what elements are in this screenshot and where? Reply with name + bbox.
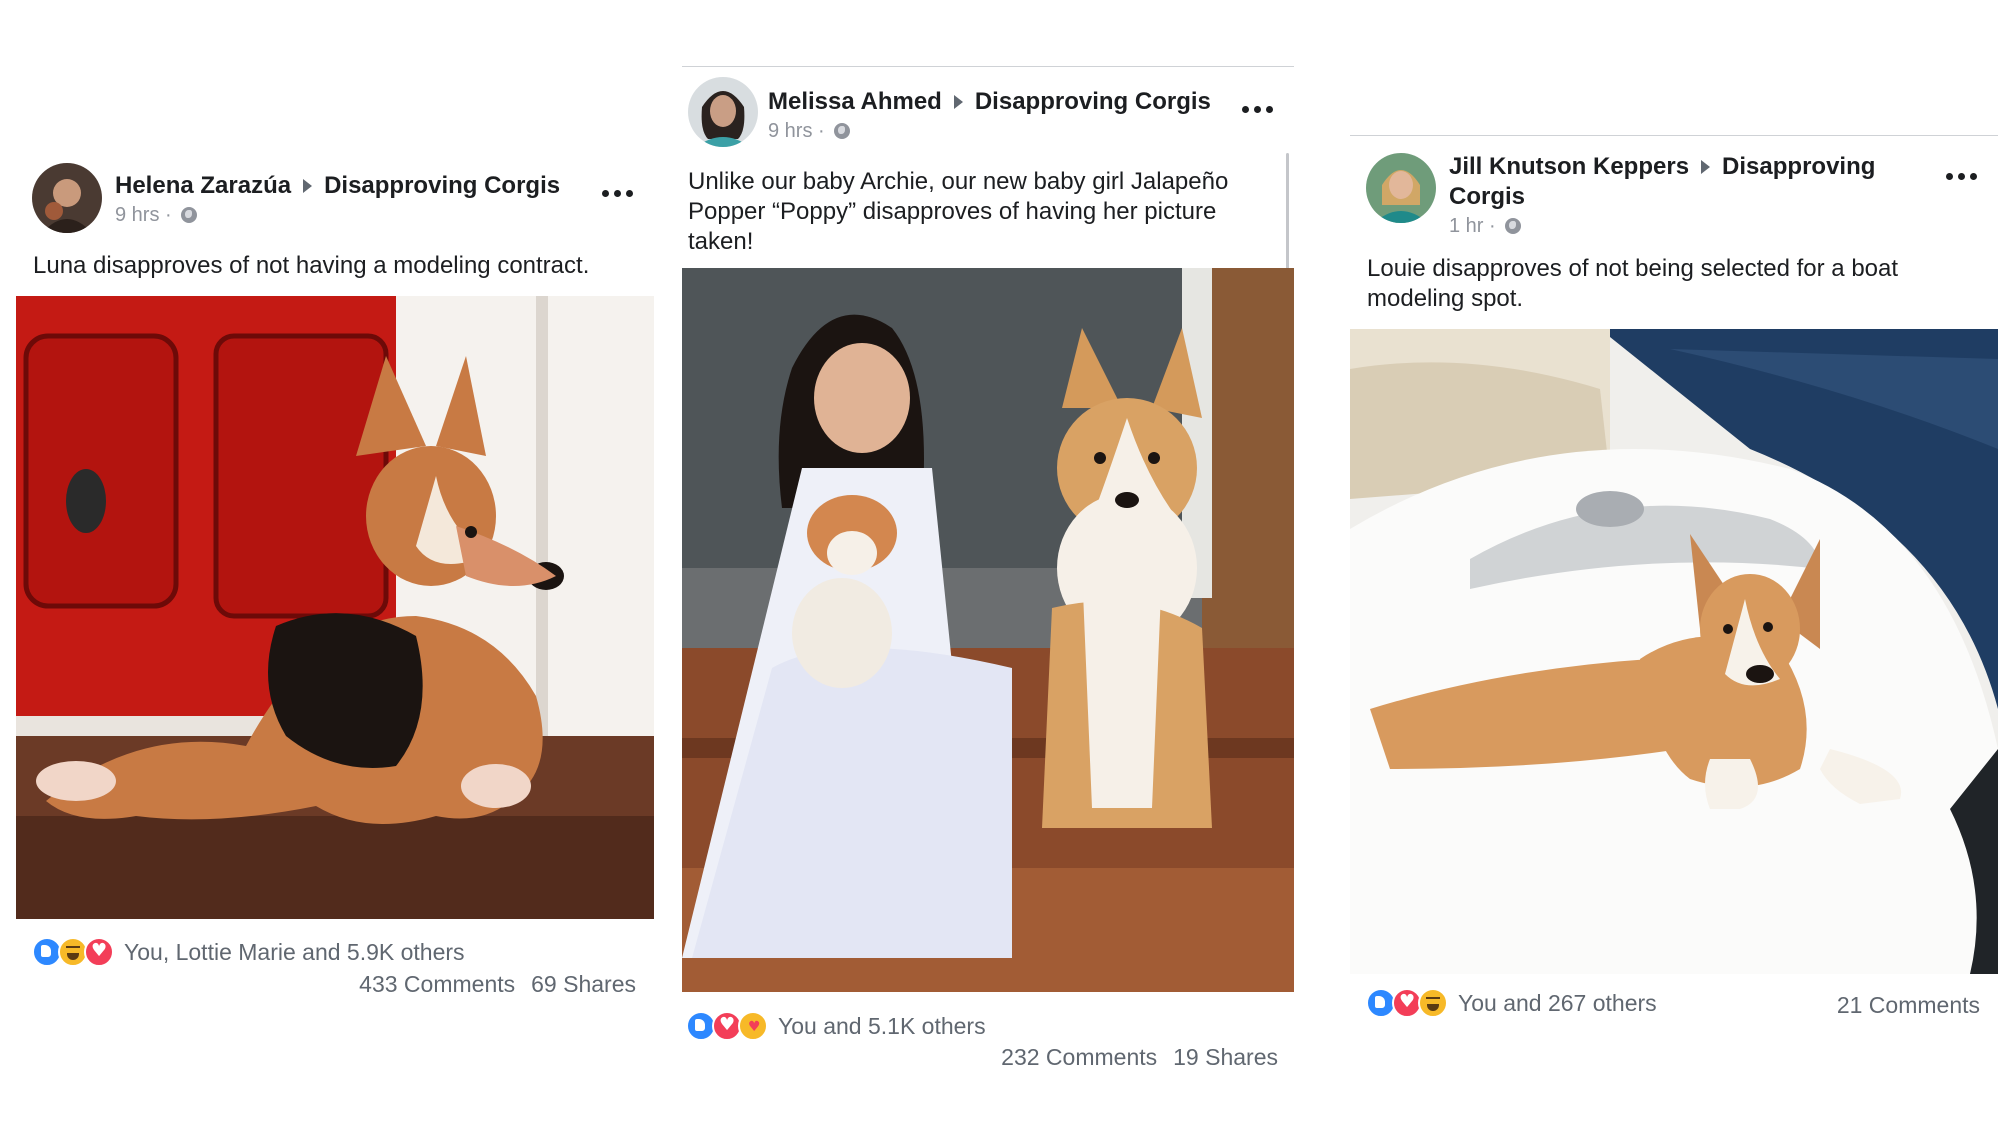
post-photo[interactable] [682,268,1294,992]
shares-count[interactable]: 69 Shares [531,971,636,997]
avatar[interactable] [688,77,758,147]
more-options-icon[interactable] [1946,171,1980,181]
globe-icon [834,123,851,139]
post-card: Helena Zarazúa Disapproving Corgis 9 hrs … [16,155,654,1005]
more-options-icon[interactable] [602,188,636,198]
post-time[interactable]: 1 hr [1449,215,1483,237]
reactions-summary[interactable]: You and 5.1K others [778,1013,986,1040]
avatar[interactable] [1366,153,1436,223]
comments-count[interactable]: 433 Comments [359,971,515,997]
globe-icon [1505,218,1522,234]
avatar[interactable] [32,163,102,233]
post-card: Jill Knutson Keppers Disapproving Corgis … [1350,135,1998,1036]
post-author[interactable]: Melissa Ahmed [768,88,942,115]
care-icon [738,1011,768,1041]
post-caption: Unlike our baby Archie, our new baby gir… [688,168,1229,255]
caret-right-icon [953,94,963,109]
post-photo[interactable] [16,296,654,919]
comments-count[interactable]: 21 Comments [1837,992,1980,1018]
reactions-summary[interactable]: You and 267 others [1458,990,1657,1017]
scrollbar[interactable] [1286,153,1289,273]
post-time[interactable]: 9 hrs [115,204,159,226]
globe-icon [181,207,198,223]
post-caption: Louie disapproves of not being selected … [1367,255,1899,312]
haha-icon [1418,988,1448,1018]
post-card: Melissa Ahmed Disapproving Corgis 9 hrs ·… [682,66,1294,1077]
love-icon [84,937,114,967]
post-author[interactable]: Helena Zarazúa [115,172,291,199]
reactions-summary[interactable]: You, Lottie Marie and 5.9K others [124,939,465,966]
post-time[interactable]: 9 hrs [768,120,812,142]
post-photo[interactable] [1350,329,1998,974]
post-group[interactable]: Disapproving Corgis [324,172,560,199]
post-group[interactable]: Disapproving Corgis [975,88,1211,115]
comments-count[interactable]: 232 Comments [1001,1044,1157,1070]
post-caption: Luna disapproves of not having a modelin… [33,252,590,279]
shares-count[interactable]: 19 Shares [1173,1044,1278,1070]
more-options-icon[interactable] [1242,104,1276,114]
post-author[interactable]: Jill Knutson Keppers [1449,153,1689,180]
caret-right-icon [303,178,313,193]
caret-right-icon [1701,159,1711,174]
